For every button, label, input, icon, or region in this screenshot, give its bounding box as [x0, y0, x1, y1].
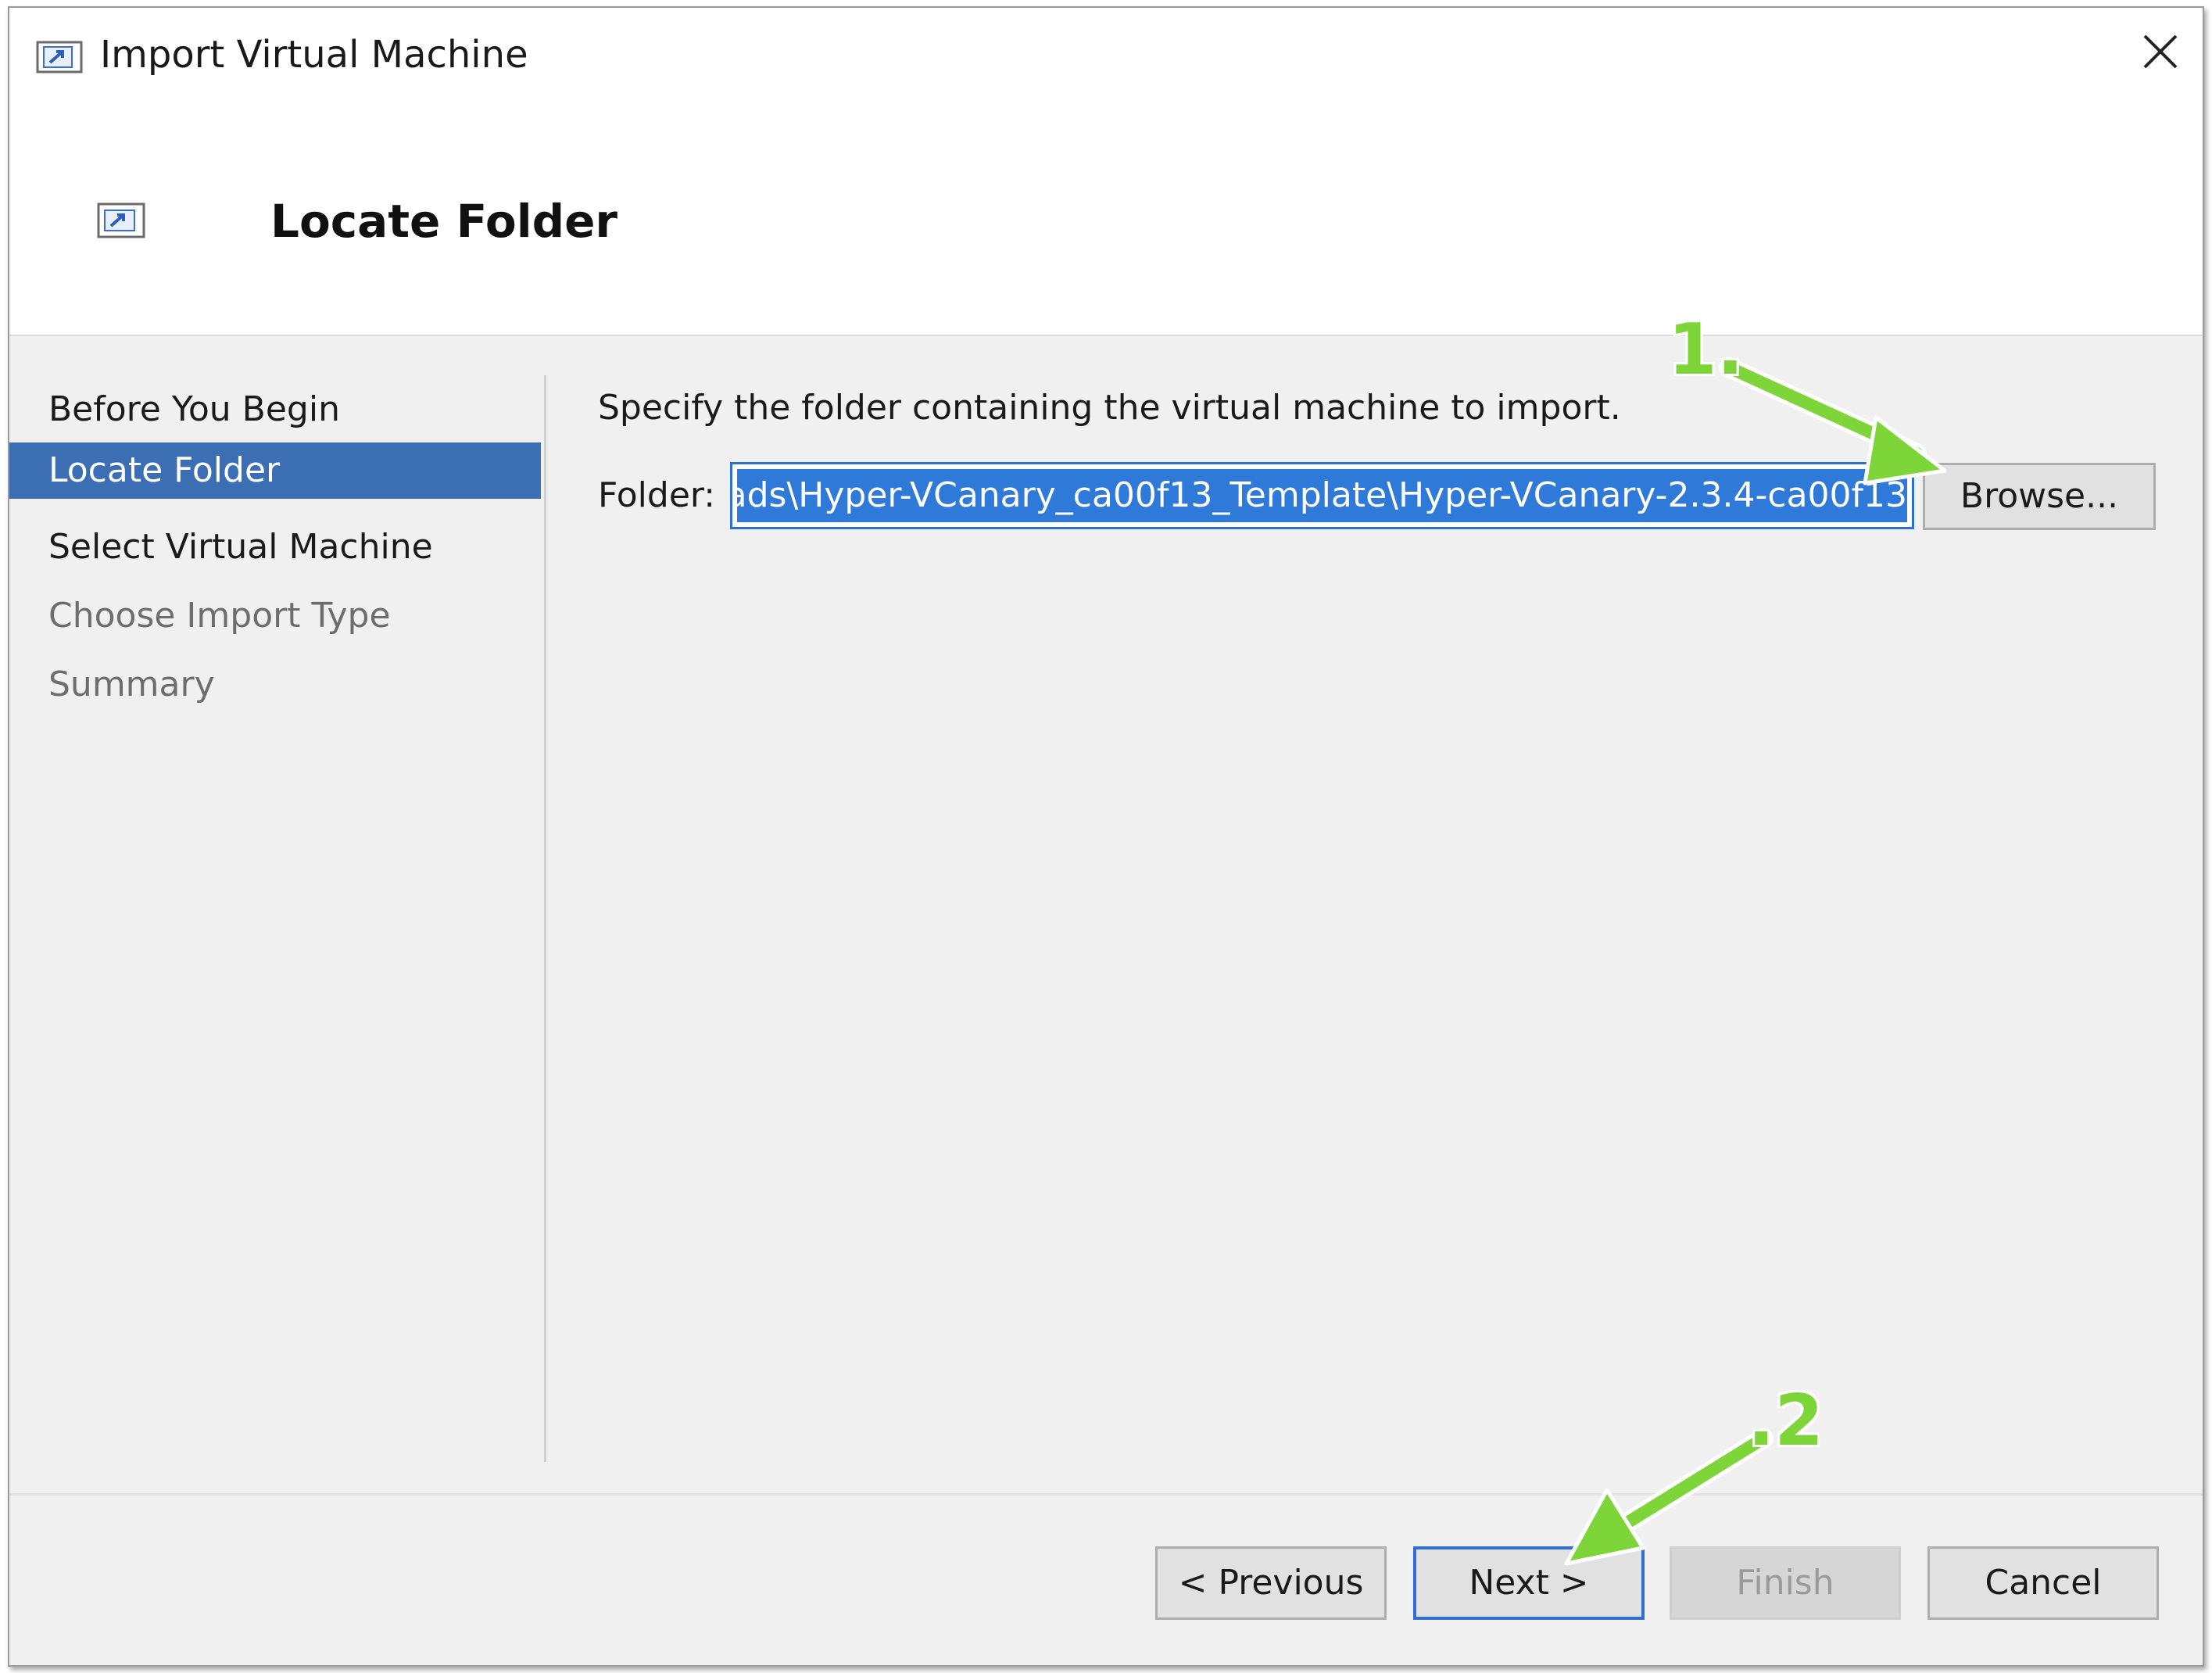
nav-item-summary: Summary: [48, 665, 215, 704]
browse-button[interactable]: Browse...: [1923, 463, 2156, 530]
folder-path-value[interactable]: ownloads\Hyper-VCanary_ca00f13_Template\…: [737, 469, 1907, 522]
footer-divider: [9, 1493, 2203, 1496]
next-button[interactable]: Next >: [1413, 1546, 1645, 1620]
folder-label: Folder:: [598, 475, 716, 515]
window-title: Import Virtual Machine: [100, 33, 528, 77]
close-icon[interactable]: [2139, 30, 2182, 73]
import-vm-icon: [97, 202, 145, 238]
nav-item-before-you-begin[interactable]: Before You Begin: [9, 382, 541, 438]
nav-divider: [544, 375, 546, 1462]
step-1-annotation: 1.: [1668, 309, 1744, 391]
nav-item-select-virtual-machine[interactable]: Select Virtual Machine: [9, 519, 541, 575]
page-title: Locate Folder: [270, 195, 618, 248]
step-2-annotation: .2: [1748, 1380, 1824, 1462]
nav-item-locate-folder[interactable]: Locate Folder: [9, 442, 541, 499]
nav-item-choose-import-type: Choose Import Type: [48, 596, 391, 636]
import-vm-icon: [36, 41, 83, 73]
import-vm-dialog: Import Virtual Machine Locate Folder Bef…: [8, 6, 2204, 1667]
header-divider: [9, 335, 2203, 336]
dialog-header: Import Virtual Machine Locate Folder: [9, 8, 2203, 336]
previous-button[interactable]: < Previous: [1155, 1546, 1387, 1620]
folder-path-field[interactable]: ownloads\Hyper-VCanary_ca00f13_Template\…: [730, 462, 1914, 529]
finish-button: Finish: [1670, 1546, 1901, 1620]
cancel-button[interactable]: Cancel: [1927, 1546, 2159, 1620]
instruction-text: Specify the folder containing the virtua…: [598, 388, 1621, 428]
